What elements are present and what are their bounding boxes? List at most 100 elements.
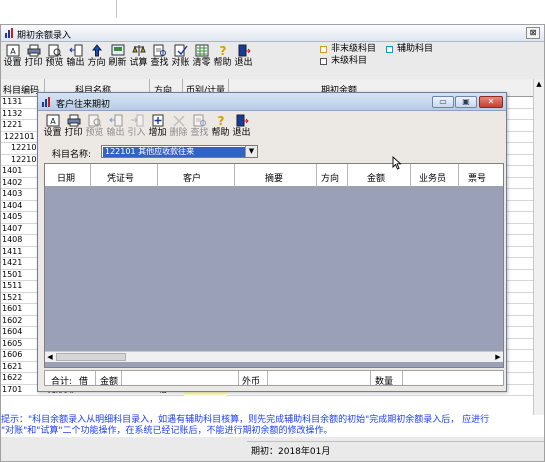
scroll-right-icon[interactable]: ▶ <box>493 352 503 362</box>
svg-text:?: ? <box>219 44 226 57</box>
dialog-toolbar-import-label: 引入 <box>127 128 146 138</box>
exit-icon <box>236 114 249 127</box>
scroll-thumb[interactable] <box>56 353 126 361</box>
main-toolbar: A 设置 打印 预览 输出 方向 刷新 试算 查找 对账 清零? 帮助 退出 <box>2 43 254 71</box>
customer-grid-hscrollbar[interactable]: ◀ ▶ <box>45 351 503 362</box>
toolbar-output-button[interactable]: 输出 <box>65 43 86 71</box>
totals-foreign-label: 外币 <box>242 377 261 387</box>
chevron-down-icon[interactable]: ▼ <box>245 146 257 157</box>
find-icon <box>153 44 166 57</box>
toolbar-clear-label: 清零 <box>192 58 211 68</box>
direction-icon <box>91 44 102 57</box>
col-direction: 方向 <box>321 174 340 184</box>
toolbar-setup-button[interactable]: A 设置 <box>2 43 23 71</box>
help-icon: ? <box>217 114 224 127</box>
row-code: 1407 <box>2 223 23 233</box>
toolbar-help-button[interactable]: ? 帮助 <box>212 43 233 71</box>
preview-icon <box>48 44 61 57</box>
grid-vertical-scrollbar[interactable]: ▲ ▼ <box>533 79 544 431</box>
toolbar-print-button[interactable]: 打印 <box>23 43 44 71</box>
minimize-button[interactable]: ▭ <box>432 96 454 108</box>
row-code: 1132 <box>2 108 23 118</box>
dialog-toolbar-import-button[interactable]: 引入 <box>126 113 147 141</box>
toolbar-preview-button[interactable]: 预览 <box>44 43 65 71</box>
toolbar-help-label: 帮助 <box>213 58 232 68</box>
legend-row-non-leaf: 非末级科目 辅助科目 <box>320 43 433 55</box>
row-code: 1411 <box>2 246 23 256</box>
svg-text:A: A <box>50 117 56 126</box>
scroll-left-icon[interactable]: ◀ <box>45 352 55 362</box>
toolbar-trial-balance-button[interactable]: 试算 <box>128 43 149 71</box>
customer-opening-dialog: 客户往来期初 ▭ ▣ ✕ A 设置 打印 预览 输出 引入 增加 删除 查找? 帮助 退出 科目名称… <box>37 92 507 392</box>
toolbar-find-button[interactable]: 查找 <box>149 43 170 71</box>
dialog-title-bar: 客户往来期初 ▭ ▣ ✕ <box>38 93 506 111</box>
svg-text:?: ? <box>217 114 224 127</box>
account-label: 科目名称: <box>52 150 92 160</box>
col-date: 日期 <box>57 174 76 184</box>
totals-label: 合计: <box>51 377 73 387</box>
row-code: 1511 <box>2 281 23 290</box>
dialog-toolbar-print-button[interactable]: 打印 <box>63 113 84 141</box>
row-code: 1405 <box>2 212 23 221</box>
dialog-toolbar-find-button[interactable]: 查找 <box>189 113 210 141</box>
dialog-toolbar-output-button[interactable]: 输出 <box>105 113 126 141</box>
dialog-toolbar-add-button[interactable]: 增加 <box>147 113 168 141</box>
period-status: 期初：2018年01月 <box>251 447 331 457</box>
dialog-toolbar-exit-button[interactable]: 退出 <box>231 113 252 141</box>
delete-icon <box>173 115 184 127</box>
toolbar-exit-button[interactable]: 退出 <box>233 43 254 71</box>
export-icon <box>108 114 122 127</box>
toolbar-direction-button[interactable]: 方向 <box>86 43 107 71</box>
row-code: 1622 <box>2 373 23 382</box>
toolbar-direction-label: 方向 <box>87 58 106 68</box>
legend-row-leaf: 末级科目 <box>320 55 433 67</box>
row-code: 1621 <box>2 361 23 371</box>
leaf-swatch <box>320 57 327 65</box>
svg-text:A: A <box>10 47 16 56</box>
toolbar-exit-label: 退出 <box>234 58 253 68</box>
help-icon: ? <box>219 44 226 57</box>
row-code: 1606 <box>2 350 23 359</box>
row-code: 1401 <box>2 166 23 175</box>
dialog-toolbar-delete-button[interactable]: 删除 <box>168 113 189 141</box>
app-chart-icon <box>5 28 13 38</box>
toolbar-clear-button[interactable]: 清零 <box>191 43 212 71</box>
dialog-toolbar-preview-button[interactable]: 预览 <box>84 113 105 141</box>
customer-grid: 日期 凭证号 客户 摘要 方向 金额 业务员 票号 ◀ ▶ <box>44 163 504 368</box>
dialog-toolbar-exit-label: 退出 <box>232 128 251 138</box>
hint-line-1: 提示："科目余额录入从明细科目录入，如遇有辅助科目核算，则先完成辅助科目余额的初… <box>1 415 490 425</box>
setup-icon: A <box>6 44 19 57</box>
refresh-icon <box>111 44 124 56</box>
col-ticket: 票号 <box>468 174 487 184</box>
legend-leaf: 末级科目 <box>331 56 368 66</box>
customer-grid-header: 日期 凭证号 客户 摘要 方向 金额 业务员 票号 <box>45 164 503 187</box>
dialog-close-button[interactable]: ✕ <box>479 96 503 108</box>
toolbar-preview-label: 预览 <box>45 58 64 68</box>
printer-icon <box>67 114 80 127</box>
toolbar-reconcile-button[interactable]: 对账 <box>170 43 191 71</box>
toolbar-print-label: 打印 <box>24 58 43 68</box>
desktop-top-strip <box>0 0 545 24</box>
maximize-button[interactable]: ▣ <box>455 96 477 108</box>
dialog-toolbar: A 设置 打印 预览 输出 引入 增加 删除 查找? 帮助 退出 <box>42 113 252 141</box>
col-amount: 金额 <box>367 174 386 184</box>
scale-icon <box>131 45 146 56</box>
toolbar-refresh-button[interactable]: 刷新 <box>107 43 128 71</box>
account-select[interactable]: 122101 其他应收款往来 ▼ <box>101 145 258 158</box>
main-close-button[interactable]: ⊠ <box>526 27 540 39</box>
dialog-toolbar-delete-label: 删除 <box>169 128 188 138</box>
legend-non-leaf: 非末级科目 <box>331 44 377 54</box>
dialog-toolbar-help-button[interactable]: ? 帮助 <box>210 113 231 141</box>
dialog-toolbar-setup-label: 设置 <box>43 128 62 138</box>
preview-icon <box>88 114 101 127</box>
row-code: 1521 <box>2 292 23 302</box>
main-title-bar: 期初余额录入 ⊠ <box>1 25 544 42</box>
row-code: 1131 <box>2 97 23 106</box>
dialog-toolbar-setup-button[interactable]: A 设置 <box>42 113 63 141</box>
scroll-up-icon[interactable]: ▲ <box>534 79 544 89</box>
toolbar-refresh-label: 刷新 <box>108 58 127 68</box>
printer-icon <box>27 44 40 57</box>
row-code: 1501 <box>2 269 23 279</box>
totals-amount-label: 金额 <box>100 377 119 387</box>
auxiliary-swatch <box>386 45 394 53</box>
